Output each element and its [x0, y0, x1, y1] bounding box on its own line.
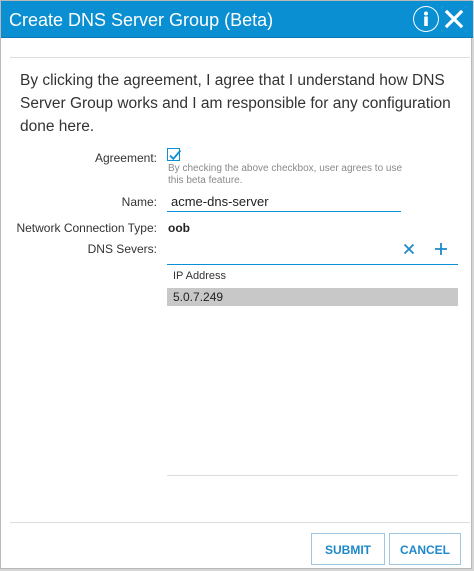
- plus-icon: [435, 243, 447, 255]
- create-dns-server-group-dialog: Create DNS Server Group (Beta) By clicki…: [0, 0, 473, 569]
- info-icon: [414, 7, 438, 31]
- close-icon: [441, 6, 467, 32]
- check-icon: [169, 149, 182, 161]
- cancel-button[interactable]: CANCEL: [389, 533, 461, 565]
- dns-servers-table: IP Address 5.0.7.249: [167, 265, 458, 476]
- agreement-intro-text: By clicking the agreement, I agree that …: [20, 72, 451, 135]
- submit-button[interactable]: SUBMIT: [311, 533, 385, 565]
- close-icon: [403, 243, 415, 255]
- dns-servers-label: DNS Severs:: [87, 242, 157, 256]
- dialog-title: Create DNS Server Group (Beta): [9, 10, 274, 30]
- name-input[interactable]: [167, 191, 401, 212]
- network-connection-type-value: oob: [168, 221, 190, 235]
- top-divider: [10, 57, 470, 58]
- close-button[interactable]: [441, 6, 467, 32]
- add-dns-server-button[interactable]: [432, 240, 450, 258]
- info-button[interactable]: [413, 6, 439, 32]
- agreement-help-text: By checking the above checkbox, user agr…: [168, 163, 403, 186]
- delete-dns-server-button[interactable]: [400, 240, 418, 258]
- table-row[interactable]: 5.0.7.249: [167, 288, 458, 306]
- bottom-divider: [10, 522, 470, 523]
- name-label: Name:: [121, 195, 157, 209]
- agreement-label: Agreement:: [94, 151, 157, 165]
- network-connection-type-label: Network Connection Type:: [16, 221, 157, 235]
- agreement-checkbox[interactable]: [167, 148, 182, 161]
- dialog-titlebar: Create DNS Server Group (Beta): [1, 1, 473, 38]
- column-header-ip-address[interactable]: IP Address: [167, 265, 458, 287]
